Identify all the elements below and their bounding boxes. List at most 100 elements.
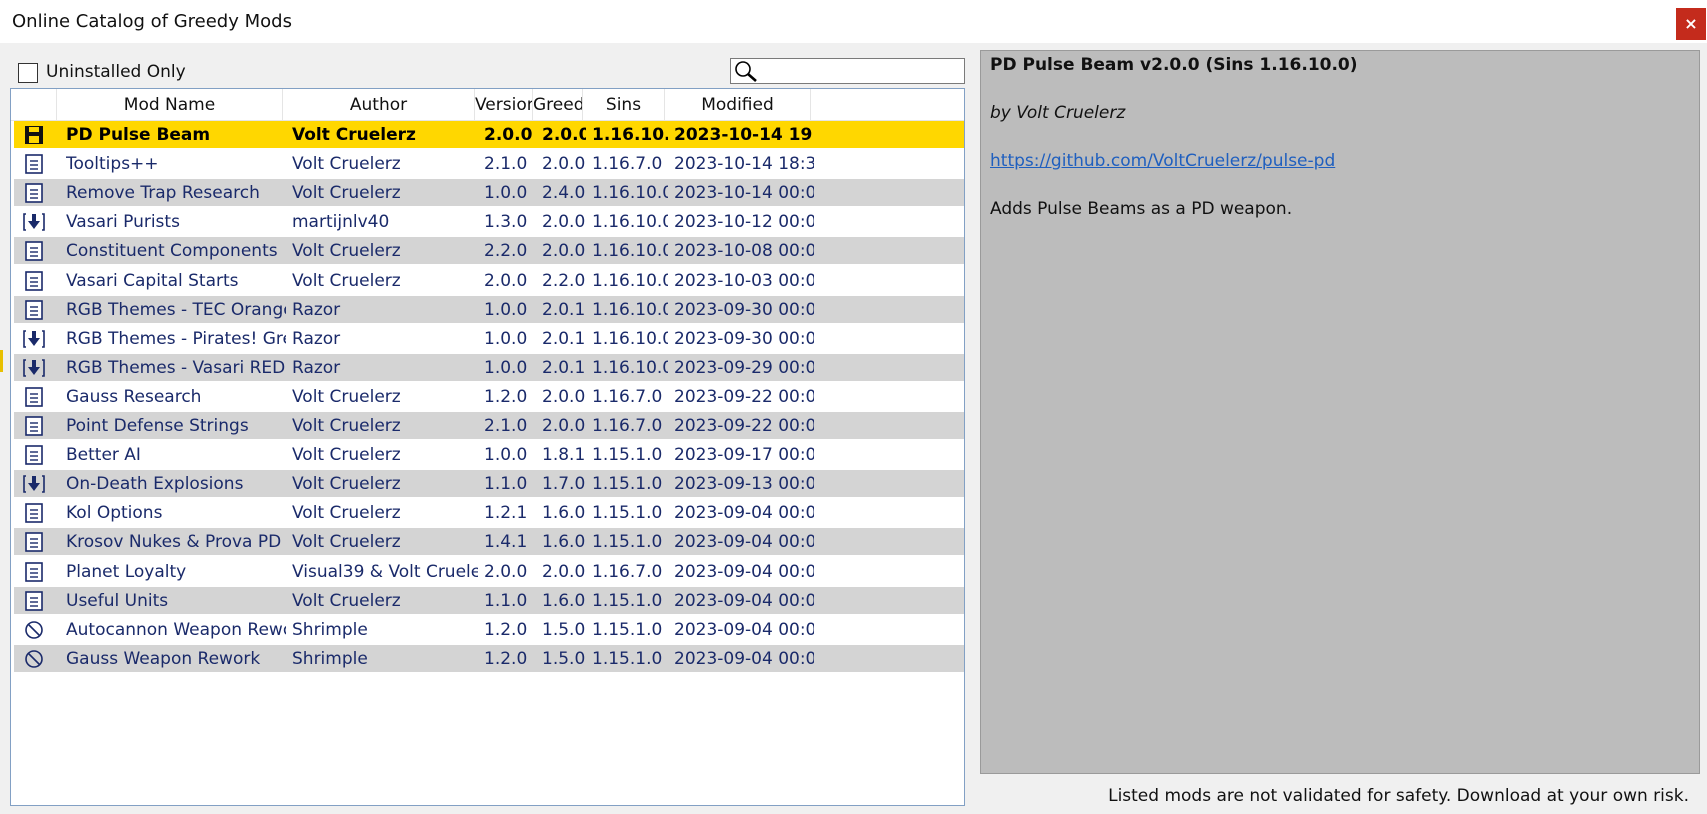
details-title: PD Pulse Beam v2.0.0 (Sins 1.16.10.0) — [990, 55, 1358, 75]
mod-mod-name-cell: RGB Themes - Pirates! Green — [66, 329, 286, 349]
mod-author-cell: Volt Cruelerz — [292, 154, 401, 174]
mod-modified-cell: 2023-09-30 00:00 — [674, 300, 814, 320]
mod-mod-name-cell: Autocannon Weapon Rework — [66, 620, 286, 640]
mod-greed-cell: 2.0.0 — [542, 125, 586, 145]
close-button[interactable]: × — [1676, 8, 1706, 40]
window-title: Online Catalog of Greedy Mods — [12, 11, 292, 32]
document-icon — [25, 445, 43, 465]
column-header-row: Mod Name Author Version Greed Sins Modified — [11, 89, 964, 121]
mod-row[interactable]: RGB Themes - Pirates! Green Razor 1.0.0 2.0… — [14, 325, 964, 352]
mod-version-cell: 2.1.0 — [484, 416, 528, 436]
mod-sins-cell: 1.16.10.0 — [592, 271, 668, 291]
mod-row[interactable]: On-Death Explosions Volt Cruelerz 1.1.0 1.7… — [14, 470, 964, 497]
column-header-sins[interactable]: Sins — [583, 89, 665, 120]
search-icon — [735, 61, 757, 82]
safety-warning: Listed mods are not validated for safety… — [1108, 786, 1689, 806]
uninstalled-only-label[interactable]: Uninstalled Only — [46, 62, 186, 82]
mod-modified-cell: 2023-10-03 00:00 — [674, 271, 814, 291]
mod-modified-cell: 2023-10-08 00:00 — [674, 241, 814, 261]
uninstalled-only-checkbox[interactable] — [18, 63, 38, 83]
mod-author-cell: Volt Cruelerz — [292, 387, 401, 407]
mod-greed-cell: 1.7.0 — [542, 474, 586, 494]
mod-author-cell: Visual39 & Volt Cruelerz — [292, 562, 478, 582]
mod-row[interactable]: Remove Trap Research Volt Cruelerz 1.0.0 2.… — [14, 179, 964, 206]
mod-version-cell: 1.0.0 — [484, 183, 528, 203]
mod-greed-cell: 2.0.0 — [542, 241, 586, 261]
mod-row[interactable]: Krosov Nukes & Prova PD Volt Cruelerz 1.4.… — [14, 528, 964, 555]
mod-list[interactable]: Mod Name Author Version Greed Sins Modified P… — [10, 88, 965, 806]
mod-modified-cell: 2023-09-04 00:00 — [674, 503, 814, 523]
mod-row[interactable]: Planet Loyalty Visual39 & Volt Cruelerz 2.… — [14, 558, 964, 585]
mod-sins-cell: 1.16.10.0 — [592, 358, 668, 378]
mod-modified-cell: 2023-09-22 00:00 — [674, 387, 814, 407]
search-input[interactable] — [730, 58, 965, 84]
mod-version-cell: 2.1.0 — [484, 154, 528, 174]
mod-mod-name-cell: Krosov Nukes & Prova PD — [66, 532, 282, 552]
document-icon — [25, 387, 43, 407]
mod-row[interactable]: Tooltips++ Volt Cruelerz 2.1.0 2.0.0 1.16.7.… — [14, 150, 964, 177]
column-header-version[interactable]: Version — [475, 89, 533, 120]
document-icon — [25, 503, 43, 523]
column-header-modified[interactable]: Modified — [665, 89, 811, 120]
mod-sins-cell: 1.16.10.0 — [592, 241, 668, 261]
mod-row[interactable]: RGB Themes - TEC Orange Razor 1.0.0 2.0.1 1.… — [14, 296, 964, 323]
mod-version-cell: 2.0.0 — [484, 271, 528, 291]
mod-mod-name-cell: Vasari Capital Starts — [66, 271, 239, 291]
column-header-mod-name[interactable]: Mod Name — [57, 89, 283, 120]
mod-row[interactable]: Autocannon Weapon Rework Shrimple 1.2.0 1.5… — [14, 616, 964, 643]
mod-mod-name-cell: Useful Units — [66, 591, 169, 611]
document-icon — [25, 241, 43, 261]
mod-row[interactable]: Gauss Weapon Rework Shrimple 1.2.0 1.5.0 1.1… — [14, 645, 964, 672]
mod-row[interactable]: Vasari Capital Starts Volt Cruelerz 2.0.0 2… — [14, 267, 964, 294]
mod-row[interactable]: Better AI Volt Cruelerz 1.0.0 1.8.1 1.15.1.0… — [14, 441, 964, 468]
mod-author-cell: Razor — [292, 329, 341, 349]
mod-sins-cell: 1.16.7.0 — [592, 154, 663, 174]
mod-details-panel: PD Pulse Beam v2.0.0 (Sins 1.16.10.0) by… — [980, 50, 1700, 774]
mod-version-cell: 1.0.0 — [484, 329, 528, 349]
column-header-greed[interactable]: Greed — [533, 89, 583, 120]
mod-author-cell: Volt Cruelerz — [292, 183, 401, 203]
title-bar: Online Catalog of Greedy Mods × — [0, 0, 1707, 43]
mod-row[interactable]: Vasari Purists martijnlv40 1.3.0 2.0.0 1.16.… — [14, 208, 964, 235]
mod-author-cell: Shrimple — [292, 649, 368, 669]
mod-author-cell: Volt Cruelerz — [292, 532, 401, 552]
mod-greed-cell: 2.4.0 — [542, 183, 586, 203]
mod-mod-name-cell: Planet Loyalty — [66, 562, 187, 582]
mod-version-cell: 1.0.0 — [484, 300, 528, 320]
mod-row[interactable]: PD Pulse Beam Volt Cruelerz 2.0.0 2.0.0 1.16… — [14, 121, 964, 148]
mod-sins-cell: 1.16.10.0 — [592, 125, 668, 145]
mod-row[interactable]: Kol Options Volt Cruelerz 1.2.1 1.6.0 1.15.1… — [14, 499, 964, 526]
mod-sins-cell: 1.15.1.0 — [592, 474, 663, 494]
mod-sins-cell: 1.15.1.0 — [592, 591, 663, 611]
details-link[interactable]: https://github.com/VoltCruelerz/pulse-pd — [990, 151, 1335, 171]
mod-row[interactable]: RGB Themes - Vasari RED Razor 1.0.0 2.0.1 1.… — [14, 354, 964, 381]
mod-author-cell: Volt Cruelerz — [292, 416, 401, 436]
mod-mod-name-cell: RGB Themes - Vasari RED — [66, 358, 286, 378]
column-header-icon[interactable] — [11, 89, 57, 120]
mod-sins-cell: 1.16.10.0 — [592, 212, 668, 232]
mod-sins-cell: 1.16.10.0 — [592, 300, 668, 320]
mod-greed-cell: 2.0.1 — [542, 358, 586, 378]
mod-greed-cell: 2.0.0 — [542, 154, 586, 174]
mod-sins-cell: 1.16.7.0 — [592, 562, 663, 582]
mod-row[interactable]: Point Defense Strings Volt Cruelerz 2.1.0 2… — [14, 412, 964, 439]
mod-row[interactable]: Useful Units Volt Cruelerz 1.1.0 1.6.0 1.15.… — [14, 587, 964, 614]
mod-version-cell: 1.0.0 — [484, 358, 528, 378]
mod-mod-name-cell: Constituent Components — [66, 241, 278, 261]
mod-sins-cell: 1.15.1.0 — [592, 445, 663, 465]
mod-row[interactable]: Gauss Research Volt Cruelerz 1.2.0 2.0.0 1.1… — [14, 383, 964, 410]
mod-version-cell: 2.0.0 — [484, 562, 528, 582]
mod-modified-cell: 2023-10-14 18:36 — [674, 154, 814, 174]
mod-modified-cell: 2023-09-04 00:00 — [674, 532, 814, 552]
mod-mod-name-cell: On-Death Explosions — [66, 474, 244, 494]
mod-greed-cell: 1.5.0 — [542, 620, 586, 640]
mod-mod-name-cell: Point Defense Strings — [66, 416, 249, 436]
column-header-author[interactable]: Author — [283, 89, 475, 120]
mod-version-cell: 1.0.0 — [484, 445, 528, 465]
mod-mod-name-cell: Vasari Purists — [66, 212, 180, 232]
mod-author-cell: Volt Cruelerz — [292, 503, 401, 523]
mod-mod-name-cell: Kol Options — [66, 503, 163, 523]
mod-row[interactable]: Constituent Components Volt Cruelerz 2.2.0… — [14, 237, 964, 264]
mod-modified-cell: 2023-09-04 00:00 — [674, 591, 814, 611]
mod-author-cell: martijnlv40 — [292, 212, 390, 232]
